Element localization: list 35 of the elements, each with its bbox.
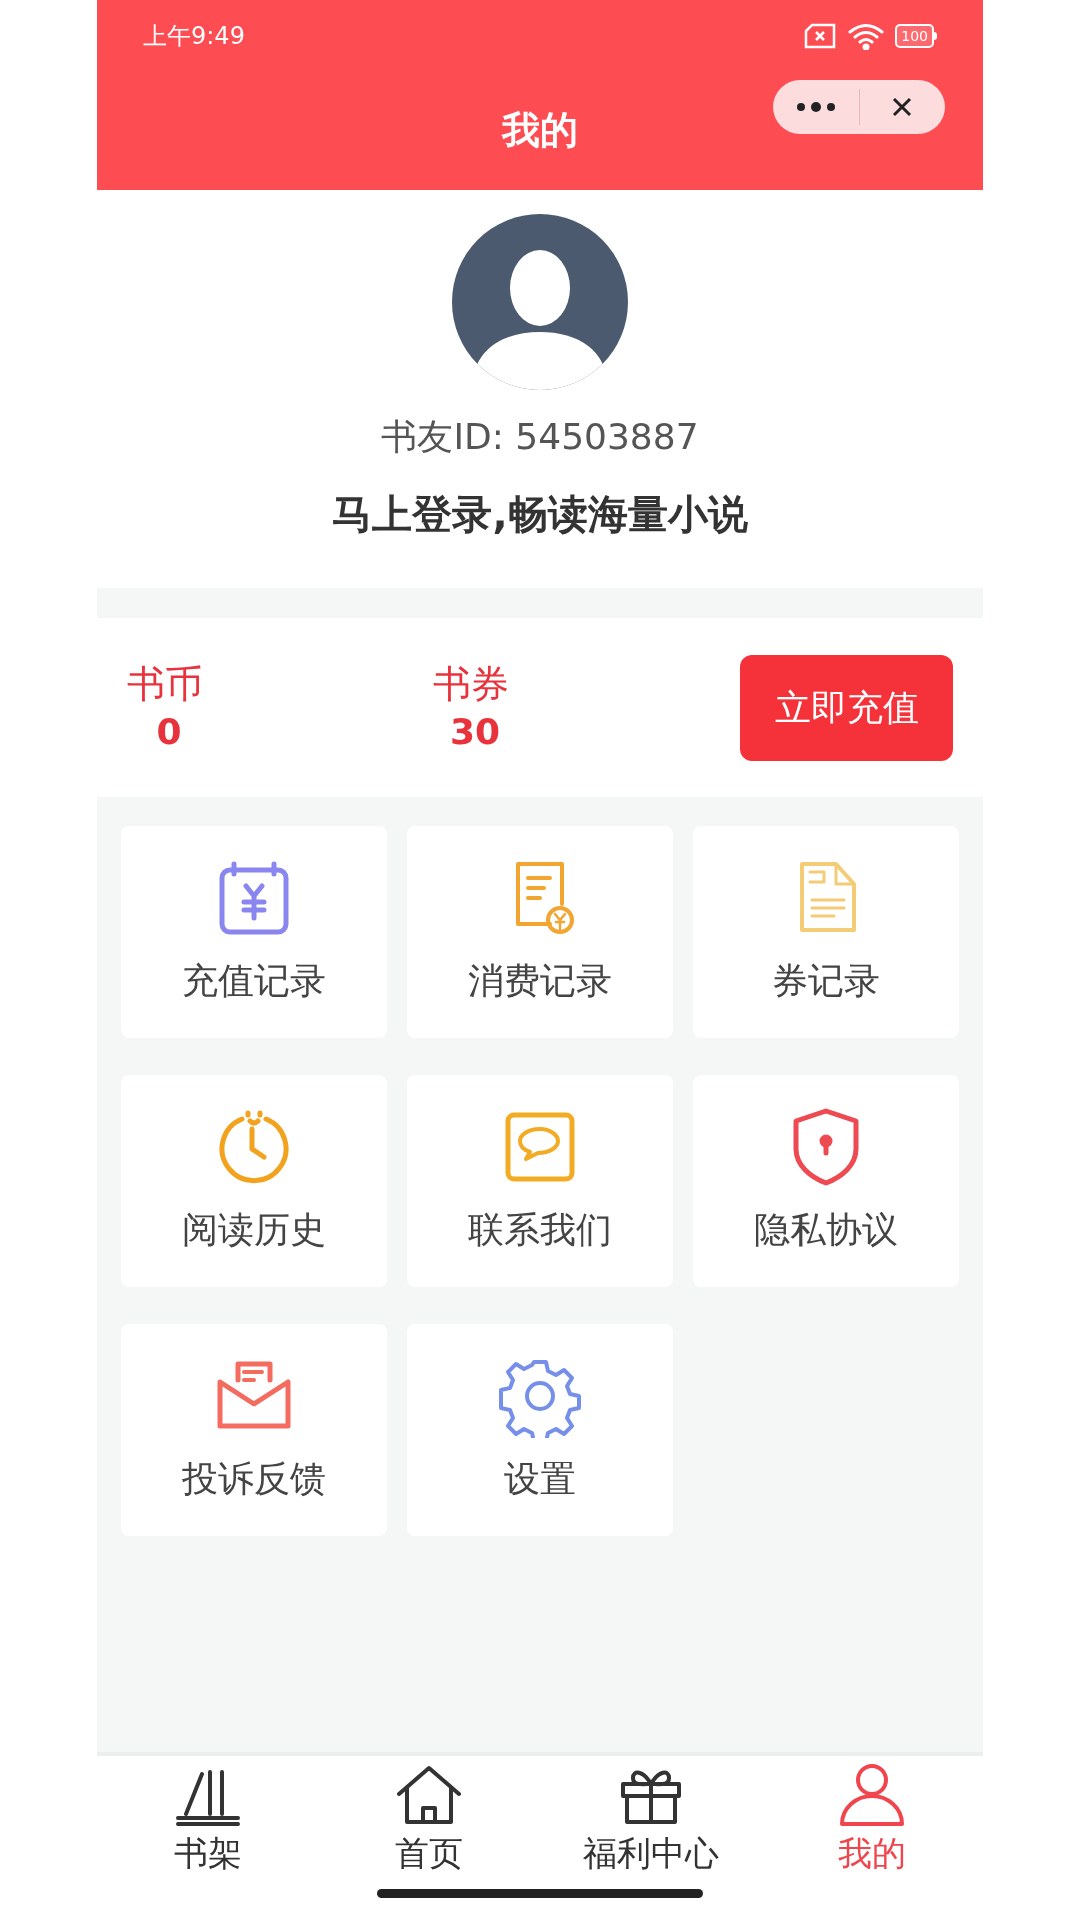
no-sim-icon — [803, 23, 838, 49]
menu-tile[interactable]: 券记录 — [693, 826, 959, 1038]
menu-tile[interactable]: 隐私协议 — [693, 1075, 959, 1287]
wallet-value: 0 — [155, 709, 183, 754]
menu-label: 阅读历史 — [182, 1208, 326, 1252]
tab-item[interactable]: 福利中心 — [540, 1756, 762, 1875]
menu-label: 设置 — [504, 1457, 576, 1501]
wallet-value: 30 — [448, 709, 502, 754]
menu-tile[interactable]: 投诉反馈 — [121, 1324, 387, 1536]
recharge-button[interactable]: 立即充值 — [740, 654, 953, 761]
tab-item[interactable]: 首页 — [318, 1756, 540, 1875]
menu-label: 券记录 — [772, 959, 880, 1003]
menu-label: 消费记录 — [468, 959, 612, 1003]
login-prompt[interactable]: 马上登录,畅读海量小说 — [332, 484, 748, 544]
menu-label: 投诉反馈 — [182, 1457, 326, 1501]
page-title: 我的 — [502, 106, 578, 154]
avatar-icon[interactable] — [452, 214, 628, 390]
menu-tile[interactable]: 充值记录 — [121, 826, 387, 1038]
menu-tile[interactable]: 设置 — [407, 1324, 673, 1536]
menu-tile[interactable]: 消费记录 — [407, 826, 673, 1038]
menu-label: 联系我们 — [468, 1208, 612, 1252]
menu-tile[interactable]: 阅读历史 — [121, 1075, 387, 1287]
battery-icon: 100 — [895, 24, 937, 48]
more-icon — [795, 102, 836, 112]
close-icon — [892, 97, 913, 117]
wifi-icon — [847, 22, 886, 50]
tab-item[interactable]: 我的 — [761, 1756, 983, 1875]
status-time: 上午9:49 — [143, 21, 245, 52]
menu-tile[interactable]: 联系我们 — [407, 1075, 673, 1287]
tab-item[interactable]: 书架 — [97, 1756, 319, 1875]
menu-label: 充值记录 — [182, 959, 326, 1003]
wallet-label: 书币 — [127, 661, 203, 709]
menu-label: 隐私协议 — [754, 1208, 898, 1252]
wallet-label: 书券 — [433, 661, 509, 709]
user-id: 书友ID: 54503887 — [381, 415, 699, 459]
